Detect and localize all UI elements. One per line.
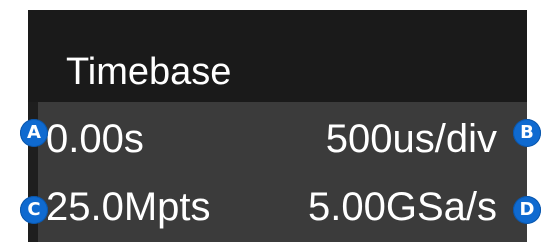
marker-c-badge: C [20, 196, 48, 224]
timebase-title: Timebase [66, 51, 232, 93]
timebase-panel[interactable]: Timebase 0.00s 500us/div 25.0Mpts 5.00GS… [28, 10, 527, 242]
sample-rate-value[interactable]: 5.00GSa/s [308, 184, 497, 230]
timebase-values[interactable]: 0.00s 500us/div 25.0Mpts 5.00GSa/s [38, 102, 527, 242]
trigger-delay-value[interactable]: 0.00s [46, 116, 144, 162]
memory-depth-value[interactable]: 25.0Mpts [46, 184, 211, 230]
timebase-scale-value[interactable]: 500us/div [326, 116, 497, 162]
marker-a-badge: A [20, 119, 48, 147]
timebase-header: Timebase [28, 10, 527, 102]
marker-b-badge: B [513, 119, 541, 147]
marker-d-badge: D [513, 196, 541, 224]
